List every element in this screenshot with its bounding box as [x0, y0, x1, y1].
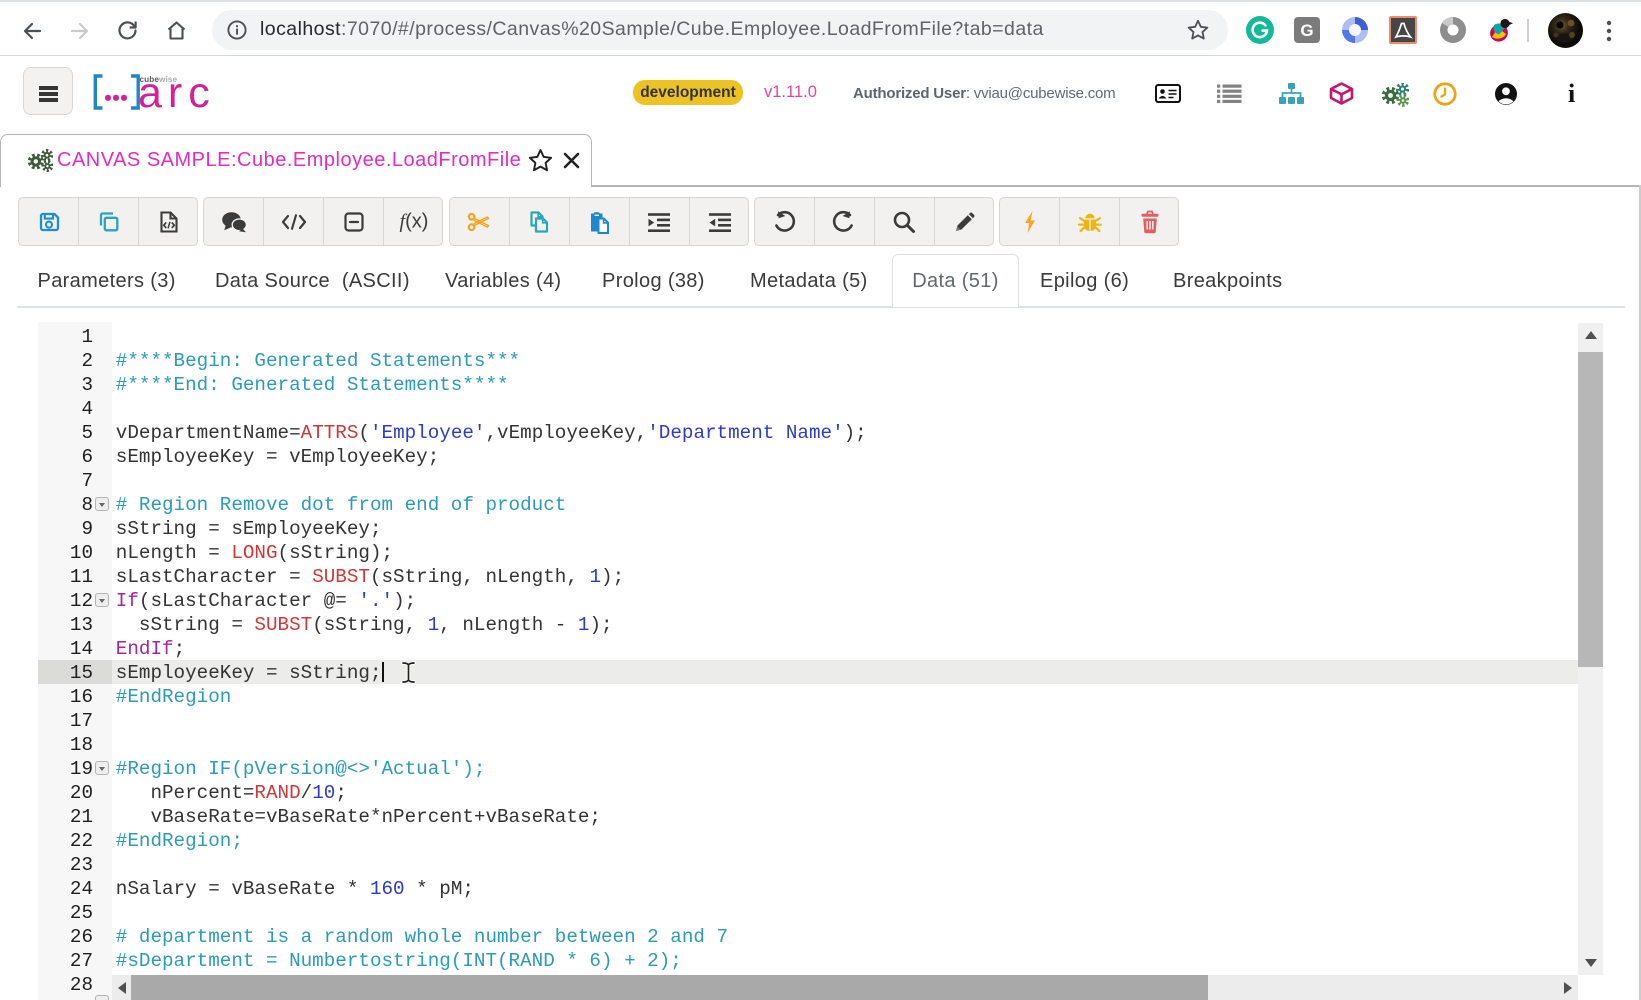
- svg-text:G: G: [1300, 21, 1313, 40]
